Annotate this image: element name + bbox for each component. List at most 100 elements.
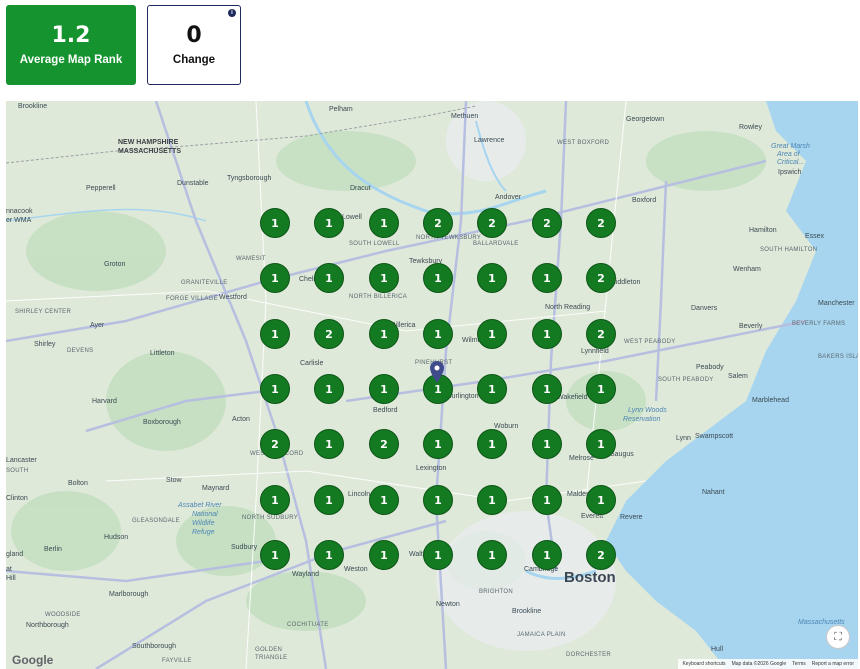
- rank-marker[interactable]: 1: [369, 485, 399, 515]
- rank-marker[interactable]: 2: [260, 429, 290, 459]
- rank-marker[interactable]: 1: [532, 374, 562, 404]
- map-label: BALLARDVALE: [473, 241, 519, 247]
- rank-marker[interactable]: 1: [586, 429, 616, 459]
- map-label: JAMAICA PLAIN: [517, 632, 566, 638]
- map-label: GRANITEVILLE: [181, 280, 228, 286]
- map-label: Hudson: [104, 534, 129, 541]
- rank-marker[interactable]: 2: [586, 263, 616, 293]
- map-label: Boxborough: [143, 419, 181, 426]
- rank-marker[interactable]: 1: [532, 485, 562, 515]
- rank-marker[interactable]: 1: [369, 263, 399, 293]
- rank-marker[interactable]: 1: [532, 319, 562, 349]
- rank-marker[interactable]: 1: [260, 319, 290, 349]
- rank-marker[interactable]: 1: [369, 319, 399, 349]
- rank-marker[interactable]: 1: [477, 429, 507, 459]
- rank-marker[interactable]: 1: [314, 208, 344, 238]
- map-label: North Reading: [545, 304, 591, 311]
- keyboard-shortcuts-link[interactable]: Keyboard shortcuts: [682, 661, 725, 667]
- map-label: Rowley: [739, 124, 762, 131]
- map-label: Sudbury: [231, 544, 258, 551]
- map-label: Bedford: [373, 407, 398, 414]
- map-label: Carlisle: [300, 360, 324, 367]
- rank-marker[interactable]: 1: [369, 208, 399, 238]
- rank-marker[interactable]: 1: [532, 263, 562, 293]
- map-label: Maynard: [202, 485, 230, 492]
- average-rank-label: Average Map Rank: [19, 54, 123, 66]
- map-label: FORGE VILLAGE: [166, 296, 218, 302]
- rank-marker[interactable]: 1: [314, 540, 344, 570]
- map-label: BEVERLY FARMS: [792, 321, 846, 327]
- map-label: BRIGHTON: [479, 589, 513, 595]
- map-label: DEVENS: [67, 348, 94, 354]
- rank-marker[interactable]: 1: [477, 319, 507, 349]
- map-label: WOODSIDE: [45, 612, 81, 618]
- rank-marker[interactable]: 1: [477, 263, 507, 293]
- rank-marker[interactable]: 1: [586, 485, 616, 515]
- rank-marker[interactable]: 1: [314, 429, 344, 459]
- rank-marker[interactable]: 1: [260, 263, 290, 293]
- terms-link[interactable]: Terms: [792, 661, 806, 667]
- rank-marker[interactable]: 2: [369, 429, 399, 459]
- rank-marker[interactable]: 1: [260, 540, 290, 570]
- rank-marker[interactable]: 2: [586, 319, 616, 349]
- rank-marker[interactable]: 1: [477, 485, 507, 515]
- map-label: Nahant: [702, 489, 725, 496]
- rank-marker[interactable]: 2: [423, 208, 453, 238]
- map-label: GLEASONDALE: [132, 518, 180, 524]
- map-label: Georgetown: [626, 116, 665, 123]
- rank-marker[interactable]: 1: [423, 485, 453, 515]
- map-label: er WMA: [6, 217, 32, 224]
- map-label: Southborough: [132, 643, 176, 650]
- map-label: nnacook: [6, 208, 33, 215]
- map-label: SOUTH HAMILTON: [760, 247, 818, 253]
- map-area[interactable]: Brookline Pelham Methuen Georgetown Rowl…: [6, 101, 858, 669]
- map-label: at: [6, 566, 12, 573]
- rank-marker[interactable]: 2: [586, 540, 616, 570]
- map-label: Groton: [104, 261, 126, 268]
- map-label: Swampscott: [695, 433, 734, 440]
- rank-marker[interactable]: 1: [477, 540, 507, 570]
- rank-marker[interactable]: 2: [477, 208, 507, 238]
- rank-marker[interactable]: 1: [586, 374, 616, 404]
- rank-marker[interactable]: 1: [423, 429, 453, 459]
- rank-marker[interactable]: 2: [532, 208, 562, 238]
- info-icon[interactable]: i: [228, 9, 236, 17]
- map-label: Hill: [6, 575, 16, 582]
- fullscreen-icon[interactable]: ⛶: [826, 625, 850, 649]
- rank-marker[interactable]: 1: [369, 374, 399, 404]
- map-label: WAMESIT: [236, 256, 266, 262]
- map-label: Shirley: [34, 341, 56, 348]
- map-label: Wenham: [733, 266, 761, 273]
- rank-marker[interactable]: 1: [423, 319, 453, 349]
- rank-marker[interactable]: 2: [586, 208, 616, 238]
- map-label: Beverly: [739, 323, 763, 330]
- map-label: Stow: [166, 477, 182, 484]
- rank-marker[interactable]: 1: [314, 374, 344, 404]
- map-label: Lincoln: [348, 491, 371, 498]
- map-label: Hull: [711, 646, 724, 653]
- map-label-boston: Boston: [564, 569, 616, 586]
- rank-marker[interactable]: 1: [260, 374, 290, 404]
- location-pin-icon[interactable]: [430, 361, 444, 383]
- map-label: Pelham: [329, 106, 353, 113]
- rank-marker[interactable]: 1: [369, 540, 399, 570]
- rank-marker[interactable]: 1: [314, 263, 344, 293]
- rank-marker[interactable]: 1: [260, 208, 290, 238]
- rank-marker[interactable]: 1: [532, 540, 562, 570]
- rank-marker[interactable]: 1: [477, 374, 507, 404]
- rank-marker[interactable]: 1: [260, 485, 290, 515]
- map-label: Bolton: [68, 480, 88, 487]
- rank-marker[interactable]: 1: [314, 485, 344, 515]
- map-label: gland: [6, 551, 24, 558]
- rank-marker[interactable]: 2: [314, 319, 344, 349]
- map-label: Assabet River: [178, 502, 222, 509]
- rank-marker[interactable]: 1: [423, 540, 453, 570]
- map-label: Andover: [495, 194, 522, 201]
- map-label: DORCHESTER: [566, 652, 612, 658]
- rank-marker[interactable]: 1: [423, 263, 453, 293]
- map-label: Lynn: [676, 435, 691, 442]
- google-logo: Google: [12, 653, 54, 667]
- map-label: Pepperell: [86, 185, 116, 192]
- report-error-link[interactable]: Report a map error: [812, 661, 854, 667]
- rank-marker[interactable]: 1: [532, 429, 562, 459]
